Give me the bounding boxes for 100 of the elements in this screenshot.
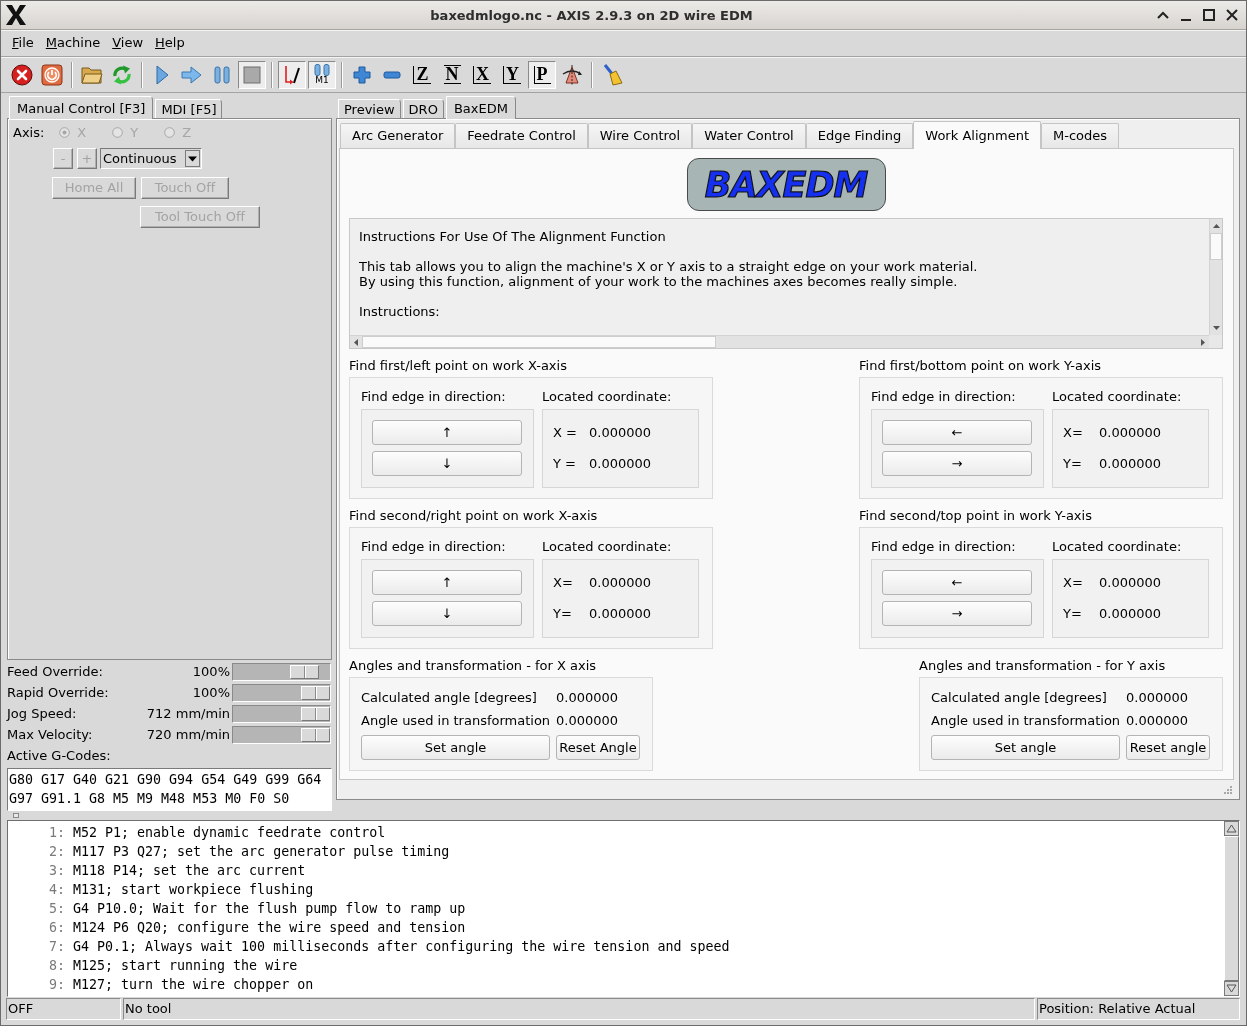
field-label: Located coordinate: bbox=[542, 389, 673, 404]
tab[interactable]: Wire Control bbox=[587, 123, 693, 148]
line-number: 8: bbox=[48, 957, 65, 975]
vertical-scrollbar[interactable] bbox=[1224, 821, 1239, 996]
group-title: Angles and transformation - for Y axis bbox=[919, 658, 1167, 673]
tab[interactable]: M-codes bbox=[1041, 123, 1120, 148]
broom-icon bbox=[601, 63, 623, 86]
field-label: Located coordinate: bbox=[1052, 539, 1183, 554]
angle-value: 0.000000 bbox=[556, 712, 620, 730]
direction-button[interactable]: ↓ bbox=[372, 451, 522, 476]
line-number: 6: bbox=[48, 919, 65, 937]
slider-track[interactable] bbox=[232, 683, 331, 702]
slider-track[interactable] bbox=[232, 725, 331, 744]
view-button[interactable]: Y bbox=[498, 60, 526, 89]
code-line: M131; start workpiece flushing bbox=[73, 881, 314, 899]
view-button[interactable]: P bbox=[528, 60, 556, 89]
tab[interactable]: DRO bbox=[402, 99, 444, 118]
coordinate-label: Y= bbox=[1063, 605, 1083, 623]
field-label: Located coordinate: bbox=[542, 539, 673, 554]
line-number: 3: bbox=[48, 862, 65, 880]
override-label: Max Velocity: bbox=[7, 727, 94, 742]
scroll-up-icon[interactable] bbox=[1224, 821, 1239, 836]
menu-item[interactable]: File bbox=[6, 34, 40, 52]
instruction-text: Instructions For Use Of The Alignment Function bbox=[359, 229, 667, 244]
instruction-text: This tab allows you to align the machine's X or Y axis to a straight edge on your work material. bbox=[359, 259, 979, 274]
block-delete-button[interactable] bbox=[278, 60, 306, 89]
sash-handle-icon[interactable] bbox=[13, 813, 19, 818]
angle-label: Calculated angle [degrees] bbox=[361, 689, 538, 707]
tab[interactable]: Manual Control [F3] bbox=[9, 96, 154, 119]
tab[interactable]: Feedrate Control bbox=[455, 123, 588, 148]
status-field: Position: Relative Actual bbox=[1037, 998, 1240, 1020]
gcode-line: G97 G91.1 G8 M5 M9 M48 M53 M0 F0 S0 bbox=[9, 790, 291, 808]
tab[interactable]: Water Control bbox=[692, 123, 806, 148]
slider-track[interactable] bbox=[232, 662, 331, 681]
direction-button[interactable]: → bbox=[882, 601, 1032, 626]
axis-label: Axis: bbox=[13, 124, 45, 140]
override-label: Rapid Override: bbox=[7, 685, 110, 700]
tab[interactable]: Preview bbox=[338, 99, 401, 118]
tab[interactable]: Work Alignment bbox=[913, 121, 1041, 149]
optional-stop-button[interactable]: M1 bbox=[308, 60, 336, 89]
direction-button[interactable]: → bbox=[882, 451, 1032, 476]
slider-track[interactable] bbox=[232, 704, 331, 723]
slider-thumb[interactable] bbox=[301, 685, 330, 700]
direction-button[interactable]: ↓ bbox=[372, 601, 522, 626]
set-angle-button[interactable]: Set angle bbox=[361, 735, 550, 760]
pause-icon bbox=[211, 63, 233, 86]
field-label: Find edge in direction: bbox=[871, 539, 1017, 554]
view-button[interactable]: N bbox=[438, 60, 466, 89]
size-grip-icon[interactable] bbox=[1222, 786, 1232, 796]
code-line: M117 P3 Q27; set the arc generator pulse timing bbox=[73, 843, 450, 861]
cone-icon bbox=[561, 63, 583, 86]
scroll-down-icon[interactable] bbox=[1224, 981, 1239, 996]
menu-item[interactable]: Machine bbox=[39, 34, 107, 52]
caret-down-icon[interactable] bbox=[185, 150, 200, 167]
scrollbar-thumb[interactable] bbox=[1210, 233, 1222, 260]
close-icon[interactable] bbox=[1225, 8, 1239, 22]
logo: BAXEDM bbox=[686, 158, 886, 211]
vertical-scrollbar[interactable] bbox=[1209, 219, 1222, 335]
stop-button[interactable] bbox=[238, 60, 266, 89]
tab[interactable]: MDI [F5] bbox=[155, 99, 223, 118]
status-field: OFF bbox=[6, 998, 121, 1020]
tab[interactable]: Edge Finding bbox=[805, 123, 914, 148]
slider-thumb[interactable] bbox=[301, 727, 330, 742]
coordinate-value: 0.000000 bbox=[589, 455, 652, 473]
tab[interactable]: BaxEDM bbox=[445, 96, 516, 119]
tab[interactable]: Arc Generator bbox=[340, 123, 456, 148]
override-label: Jog Speed: bbox=[7, 706, 78, 721]
scrollbar-thumb[interactable] bbox=[362, 336, 716, 348]
slider-thumb[interactable] bbox=[301, 706, 330, 721]
direction-button[interactable]: ↑ bbox=[372, 570, 522, 595]
reset-angle-button[interactable]: Reset angle bbox=[1126, 735, 1210, 760]
menu-item[interactable]: Help bbox=[149, 34, 191, 52]
direction-button[interactable]: ← bbox=[882, 420, 1032, 445]
angle-label: Angle used in transformation bbox=[931, 712, 1120, 730]
coordinate-value: 0.000000 bbox=[1099, 574, 1162, 592]
reset-angle-button[interactable]: Reset Angle bbox=[556, 735, 640, 760]
direction-button[interactable]: ← bbox=[882, 570, 1032, 595]
maximize-icon[interactable] bbox=[1202, 8, 1216, 22]
slider-thumb[interactable] bbox=[290, 664, 320, 679]
increment-combobox[interactable]: Continuous bbox=[100, 148, 202, 169]
line-number: 1: bbox=[48, 824, 65, 842]
code-line: M127; turn the wire chopper on bbox=[73, 976, 314, 994]
override-label: Feed Override: bbox=[7, 664, 104, 679]
reload-icon bbox=[111, 63, 133, 86]
coordinate-value: 0.000000 bbox=[589, 605, 652, 623]
menu-item[interactable]: View bbox=[106, 34, 150, 52]
coordinate-label: Y = bbox=[553, 455, 577, 473]
angle-label: Angle used in transformation bbox=[361, 712, 550, 730]
coordinate-value: 0.000000 bbox=[589, 574, 652, 592]
coordinate-label: X= bbox=[553, 574, 574, 592]
plus-icon bbox=[351, 63, 373, 86]
override-reading: 100% bbox=[192, 664, 230, 679]
direction-button[interactable]: ↑ bbox=[372, 420, 522, 445]
view-button[interactable]: X bbox=[468, 60, 496, 89]
horizontal-scrollbar[interactable] bbox=[350, 335, 1209, 348]
view-button[interactable]: Z bbox=[408, 60, 436, 89]
power-icon bbox=[41, 63, 63, 86]
set-angle-button[interactable]: Set angle bbox=[931, 735, 1120, 760]
x-logo-icon bbox=[5, 4, 27, 26]
square-icon bbox=[241, 63, 263, 86]
